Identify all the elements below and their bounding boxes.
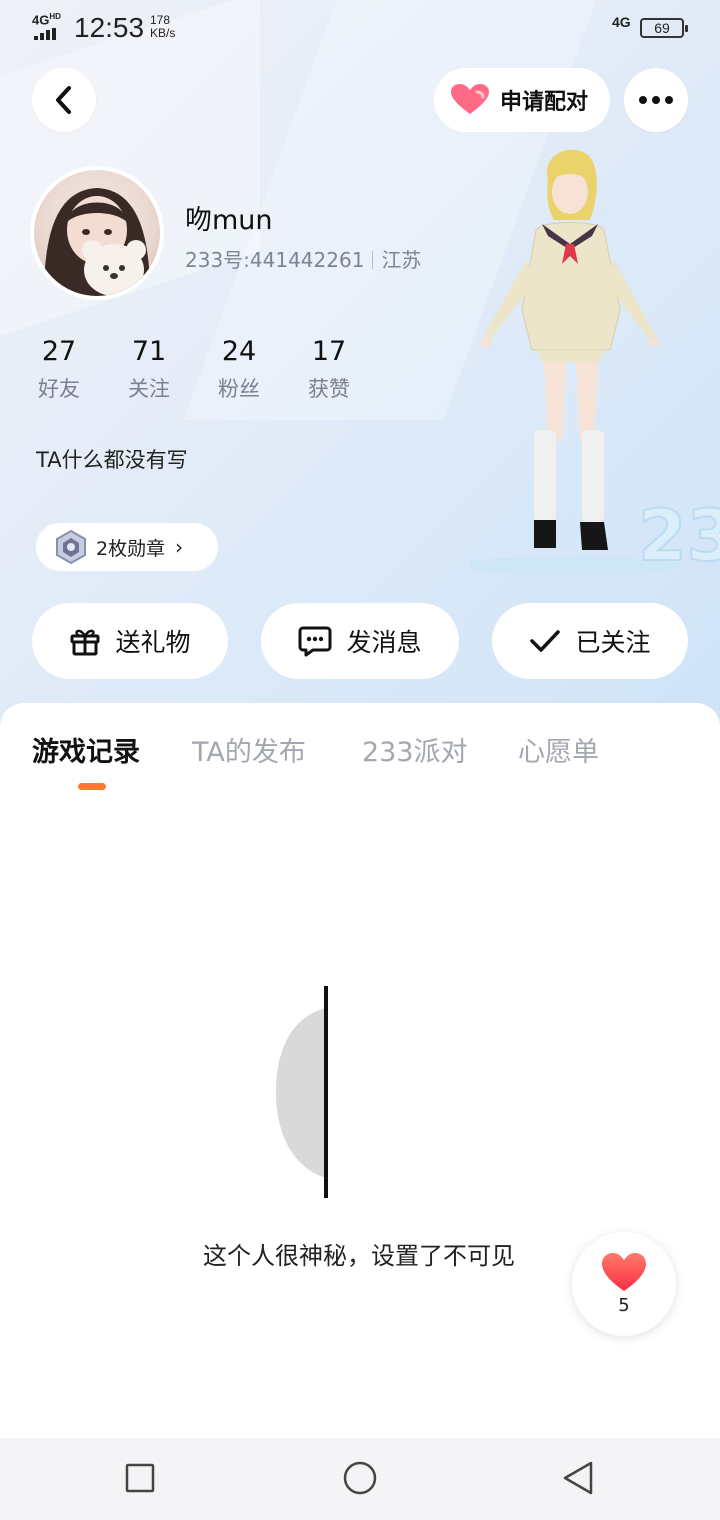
stat-label: 获赞 (308, 377, 350, 401)
recents-square-icon (125, 1463, 155, 1493)
check-icon (530, 630, 561, 652)
stat-friends[interactable]: 27 好友 (24, 336, 94, 403)
stat-value: 17 (311, 336, 347, 367)
tab-game-records[interactable]: 游戏记录 (32, 730, 140, 769)
send-message-button[interactable]: 发消息 (261, 603, 459, 679)
battery-icon: 69 (640, 18, 688, 38)
request-pair-label: 申请配对 (500, 90, 589, 115)
back-triangle-icon (563, 1461, 593, 1495)
stat-following[interactable]: 71 关注 (114, 336, 184, 403)
home-circle-icon (343, 1461, 377, 1495)
back-button[interactable] (32, 68, 96, 132)
empty-state-illustration (276, 986, 330, 1198)
heart-icon (602, 1252, 646, 1291)
user-location: 江苏 (381, 248, 422, 272)
signal-icon (34, 28, 58, 40)
stat-fans[interactable]: 24 粉丝 (204, 336, 274, 403)
user-id: 233号:441442261 (185, 248, 365, 272)
stat-label: 关注 (128, 377, 170, 401)
send-gift-button[interactable]: 送礼物 (32, 603, 228, 679)
badge-label: 2枚勋章 (96, 537, 166, 560)
avatar-character-image: 233 (460, 140, 720, 580)
username: 吻mun (185, 205, 273, 236)
chat-icon (298, 626, 332, 657)
recents-button[interactable] (118, 1456, 162, 1500)
send-gift-label: 送礼物 (115, 628, 191, 657)
gift-icon (70, 629, 100, 656)
more-button[interactable] (624, 68, 688, 132)
like-count: 5 (618, 1294, 630, 1316)
stat-value: 71 (131, 336, 167, 367)
stat-value: 27 (41, 336, 77, 367)
request-pair-button[interactable]: 申请配对 (434, 68, 610, 132)
followed-button[interactable]: 已关注 (492, 603, 688, 679)
active-tab-indicator (78, 783, 106, 790)
like-button[interactable]: 5 (572, 1232, 676, 1336)
back-nav-button[interactable] (556, 1456, 600, 1500)
clock: 12:53 (74, 12, 145, 43)
stat-likes[interactable]: 17 获赞 (294, 336, 364, 403)
medal-icon (56, 530, 86, 564)
network-indicator: 4GHD (32, 12, 61, 28)
system-nav-bar (0, 1438, 720, 1520)
bio-text: TA什么都没有写 (36, 448, 188, 472)
tab-party[interactable]: 233派对 (362, 730, 468, 769)
more-dots-icon (639, 96, 673, 104)
send-message-label: 发消息 (346, 628, 422, 657)
stat-value: 24 (221, 336, 257, 367)
heart-icon (451, 84, 489, 114)
avatar[interactable] (30, 166, 164, 300)
tab-posts[interactable]: TA的发布 (192, 730, 306, 769)
tab-wishlist[interactable]: 心愿单 (518, 730, 599, 769)
platform-logo-233: 233 (638, 495, 720, 577)
home-button[interactable] (338, 1456, 382, 1500)
chevron-right-icon: › (175, 535, 184, 559)
stat-label: 粉丝 (218, 377, 260, 401)
network-indicator-right: 4G (612, 14, 631, 30)
avatar-image (44, 188, 150, 296)
badge-button[interactable]: 2枚勋章 › (36, 523, 218, 571)
stat-label: 好友 (38, 377, 80, 401)
chevron-left-icon (56, 86, 71, 114)
status-bar: 4GHD 12:53 178 KB/s 4G 69 (0, 0, 720, 60)
user-id-line: 233号:441442261 江苏 (185, 244, 421, 273)
network-speed: 178 KB/s (150, 13, 176, 40)
followed-label: 已关注 (575, 628, 651, 657)
